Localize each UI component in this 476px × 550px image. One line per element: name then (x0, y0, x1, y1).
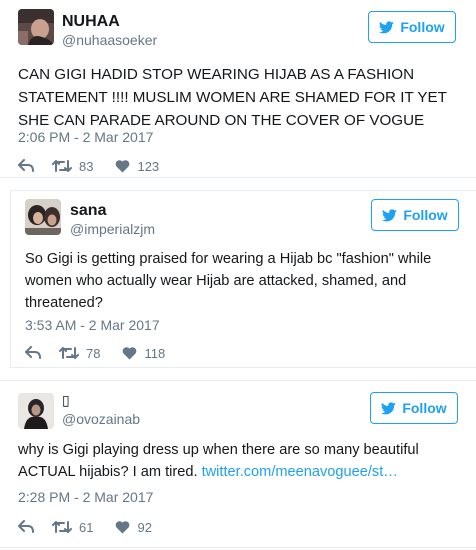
heart-icon (123, 347, 137, 360)
follow-button-label: Follow (403, 207, 448, 223)
like-count: 123 (137, 158, 160, 174)
avatar[interactable] (18, 393, 54, 429)
reply-icon (25, 346, 41, 359)
user-handle[interactable]: @nuhaasoeker (62, 32, 157, 48)
display-name[interactable]: ▯ (62, 392, 70, 409)
user-handle[interactable]: @imperialzjm (70, 221, 155, 237)
follow-button[interactable]: Follow (368, 11, 456, 43)
retweet-icon (52, 521, 72, 533)
tweet-card: sana @imperialzjm Follow So Gigi is gett… (10, 190, 476, 368)
like-count: 118 (144, 345, 166, 361)
retweet-button[interactable]: 61 (52, 520, 93, 535)
reply-button[interactable] (18, 159, 34, 173)
timestamp[interactable]: 2:28 PM - 2 Mar 2017 (18, 489, 153, 505)
retweet-count: 83 (79, 158, 94, 174)
like-count: 92 (137, 519, 152, 535)
like-button[interactable]: 123 (115, 159, 159, 174)
retweet-button[interactable]: 83 (52, 159, 93, 174)
follow-button-label: Follow (400, 19, 445, 35)
display-name[interactable]: NUHAA (62, 13, 120, 31)
tweet-actions: 78 118 (25, 343, 165, 363)
reply-icon (18, 520, 34, 533)
reply-button[interactable] (25, 346, 41, 360)
tweet-text: CAN GIGI HADID STOP WEARING HIJAB AS A F… (18, 66, 447, 129)
retweet-count: 78 (86, 345, 101, 361)
tweet-link[interactable]: twitter.com/meenavoguee/st… (202, 464, 398, 480)
user-handle[interactable]: @ovozainab (62, 411, 140, 427)
timestamp[interactable]: 3:53 AM - 2 Mar 2017 (25, 317, 160, 333)
reply-icon (18, 159, 34, 172)
tweet-card: ▯ @ovozainab Follow why is Gigi playing … (0, 380, 476, 548)
tweet-card: NUHAA @nuhaasoeker Follow CAN GIGI HADID… (0, 0, 476, 178)
avatar[interactable] (18, 9, 54, 45)
retweet-button[interactable]: 78 (59, 346, 100, 361)
tweet-text: So Gigi is getting praised for wearing a… (25, 251, 432, 311)
reply-button[interactable] (18, 520, 34, 534)
tweet-actions: 61 92 (18, 517, 152, 537)
retweet-icon (59, 347, 79, 359)
retweet-count: 61 (79, 519, 94, 535)
timestamp[interactable]: 2:06 PM - 2 Mar 2017 (18, 129, 153, 145)
avatar[interactable] (25, 199, 61, 235)
follow-button[interactable]: Follow (370, 392, 458, 424)
heart-icon (116, 160, 130, 173)
twitter-bird-icon (382, 208, 398, 221)
follow-button-label: Follow (402, 400, 447, 416)
twitter-bird-icon (381, 401, 397, 414)
retweet-icon (52, 160, 72, 172)
like-button[interactable]: 92 (115, 519, 152, 535)
twitter-bird-icon (379, 20, 395, 33)
like-button[interactable]: 118 (122, 346, 165, 361)
follow-button[interactable]: Follow (371, 199, 459, 231)
display-name[interactable]: sana (70, 202, 106, 220)
heart-icon (116, 521, 130, 534)
tweet-text: why is Gigi playing dress up when there … (18, 439, 458, 483)
tweet-actions: 83 123 (18, 156, 159, 176)
